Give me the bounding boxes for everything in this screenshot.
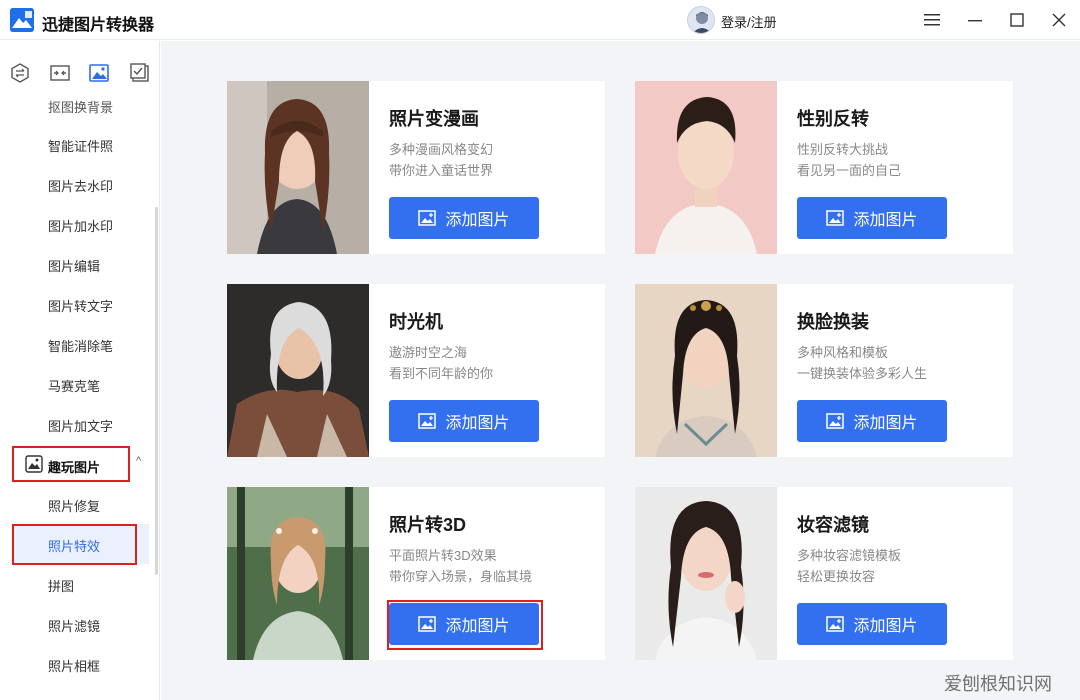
sidebar-item-collage[interactable]: 拼图: [48, 576, 74, 595]
feature-card-makeup-filter: 妆容滤镜 多种妆容滤镜模板 轻松更换妆容 添加图片: [635, 487, 1013, 660]
add-image-label: 添加图片: [853, 618, 918, 635]
chevron-up-icon[interactable]: ^: [136, 455, 141, 467]
card-description-1: 多种漫画风格变幻: [389, 142, 494, 157]
card-description-2: 带你进入童话世界: [389, 163, 494, 178]
add-image-icon: [418, 616, 437, 632]
add-image-label: 添加图片: [445, 415, 510, 432]
sidebar-item-mosaic[interactable]: 马赛克笔: [48, 376, 100, 395]
check-icon[interactable]: [130, 63, 150, 83]
feature-card-gender-swap: 性别反转 性别反转大挑战 看见另一面的自己 添加图片: [635, 81, 1013, 254]
feature-card-time-machine: 时光机 遨游时空之海 看到不同年龄的你 添加图片: [227, 284, 605, 457]
card-description-1: 平面照片转3D效果: [389, 548, 497, 563]
site-watermark: 爱刨根知识网: [944, 674, 1052, 694]
sidebar-scrollbar[interactable]: [155, 207, 158, 575]
sidebar-item-photo-filter[interactable]: 照片滤镜: [48, 616, 100, 635]
add-image-label: 添加图片: [445, 618, 510, 635]
card-title: 照片转3D: [389, 515, 467, 535]
card-description-2: 带你穿入场景，身临其境: [389, 569, 533, 584]
sidebar-item-image-to-text[interactable]: 图片转文字: [48, 296, 113, 315]
sidebar-item-add-watermark[interactable]: 图片加水印: [48, 216, 113, 235]
sidebar-item-remove-watermark[interactable]: 图片去水印: [48, 176, 113, 195]
picture-group-icon: [25, 455, 43, 473]
card-description-1: 多种风格和模板: [797, 345, 889, 360]
sidebar-item-smart-eraser[interactable]: 智能消除笔: [48, 336, 113, 355]
card-title: 换脸换装: [797, 312, 869, 332]
card-description-1: 多种妆容滤镜模板: [797, 548, 902, 563]
sidebar-item-remove-background[interactable]: 抠图换背景: [48, 97, 113, 116]
add-image-icon: [826, 210, 845, 226]
sidebar-group-fun-images[interactable]: 趣玩图片: [48, 457, 100, 476]
convert-icon[interactable]: [10, 63, 30, 83]
sidebar-item-edit-image[interactable]: 图片编辑: [48, 256, 100, 275]
feature-card-photo-3d: 照片转3D 平面照片转3D效果 带你穿入场景，身临其境 添加图片: [227, 487, 605, 660]
add-image-button[interactable]: 添加图片: [389, 197, 539, 239]
card-title: 性别反转: [797, 109, 869, 129]
add-image-label: 添加图片: [445, 212, 510, 229]
add-image-button[interactable]: 添加图片: [389, 603, 539, 645]
card-description-2: 一键换装体验多彩人生: [797, 366, 928, 381]
card-image-time-machine: [227, 284, 369, 457]
maximize-icon[interactable]: [1005, 8, 1029, 32]
close-icon[interactable]: [1047, 8, 1071, 32]
sidebar-tabs: [0, 41, 159, 103]
app-logo-icon: [10, 8, 34, 32]
add-image-button[interactable]: 添加图片: [389, 400, 539, 442]
card-title: 时光机: [389, 312, 443, 332]
add-image-icon: [826, 413, 845, 429]
sidebar-item-add-text[interactable]: 图片加文字: [48, 416, 113, 435]
add-image-label: 添加图片: [853, 212, 918, 229]
sidebar: 抠图换背景 智能证件照 图片去水印 图片加水印 图片编辑 图片转文字 智能消除笔…: [0, 41, 160, 700]
card-image-cartoon: [227, 81, 369, 254]
image-icon[interactable]: [89, 63, 109, 83]
add-image-icon: [826, 616, 845, 632]
compress-icon[interactable]: [50, 63, 70, 83]
card-description-2: 看到不同年龄的你: [389, 366, 494, 381]
card-description-2: 看见另一面的自己: [797, 163, 902, 178]
card-image-makeup-filter: [635, 487, 777, 660]
card-title: 照片变漫画: [389, 109, 479, 129]
feature-card-face-swap: 换脸换装 多种风格和模板 一键换装体验多彩人生 添加图片: [635, 284, 1013, 457]
hamburger-menu-icon[interactable]: [920, 8, 944, 32]
add-image-icon: [418, 210, 437, 226]
login-register-link[interactable]: 登录/注册: [721, 12, 777, 31]
main-content: 照片变漫画 多种漫画风格变幻 带你进入童话世界 添加图片 性别反转 性别反转大挑…: [161, 41, 1080, 700]
sidebar-item-id-photo[interactable]: 智能证件照: [48, 136, 113, 155]
add-image-button[interactable]: 添加图片: [797, 197, 947, 239]
card-description-1: 性别反转大挑战: [797, 142, 889, 157]
card-title: 妆容滤镜: [797, 515, 869, 535]
card-description-1: 遨游时空之海: [389, 345, 468, 360]
card-description-2: 轻松更换妆容: [797, 569, 876, 584]
minimize-icon[interactable]: [963, 8, 987, 32]
add-image-icon: [418, 413, 437, 429]
user-avatar-icon[interactable]: [687, 6, 715, 34]
add-image-label: 添加图片: [853, 415, 918, 432]
card-image-photo-3d: [227, 487, 369, 660]
card-image-face-swap: [635, 284, 777, 457]
add-image-button[interactable]: 添加图片: [797, 603, 947, 645]
feature-card-cartoon: 照片变漫画 多种漫画风格变幻 带你进入童话世界 添加图片: [227, 81, 605, 254]
card-image-gender-swap: [635, 81, 777, 254]
title-bar: 迅捷图片转换器 登录/注册: [0, 0, 1080, 40]
app-title: 迅捷图片转换器: [42, 17, 155, 34]
sidebar-item-photo-frame[interactable]: 照片相框: [48, 656, 100, 675]
sidebar-item-photo-repair[interactable]: 照片修复: [48, 496, 100, 515]
sidebar-item-photo-effects[interactable]: 照片特效: [48, 536, 100, 555]
add-image-button[interactable]: 添加图片: [797, 400, 947, 442]
